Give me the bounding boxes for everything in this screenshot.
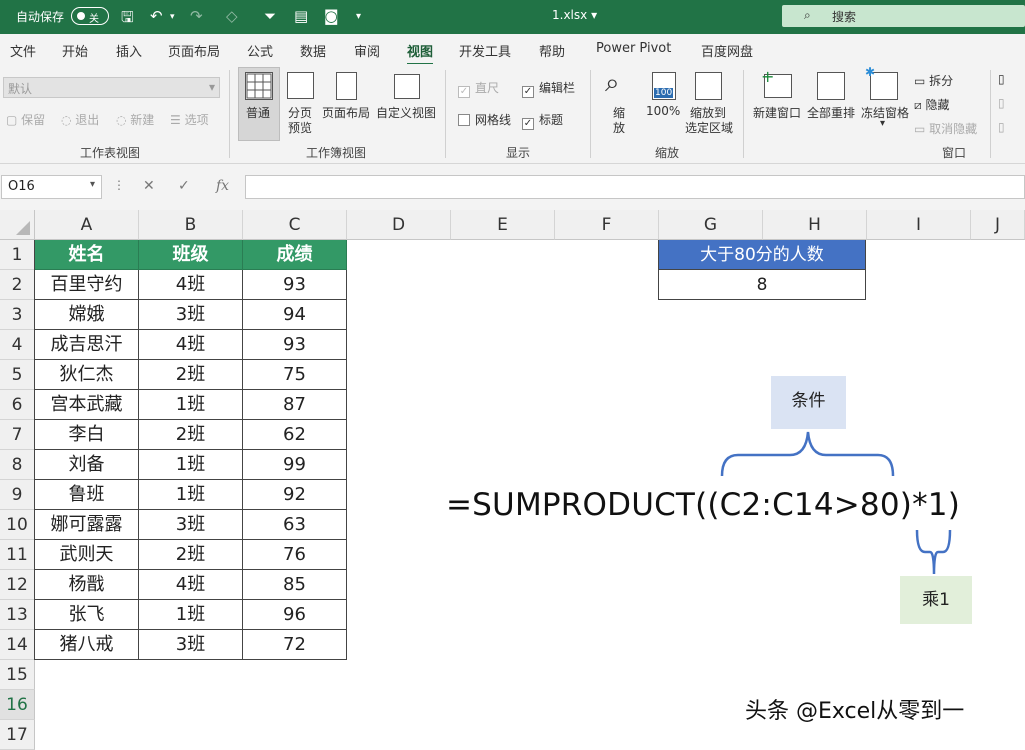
annotation-braces	[720, 431, 952, 575]
multiply-brace	[915, 529, 952, 575]
formula-annotation: =SUMPRODUCT((C2:C14>80)*1)	[446, 487, 960, 523]
condition-brace	[720, 431, 895, 477]
watermark: 头条 @Excel从零到一	[745, 699, 965, 724]
multiply-note: 乘1	[900, 576, 972, 624]
